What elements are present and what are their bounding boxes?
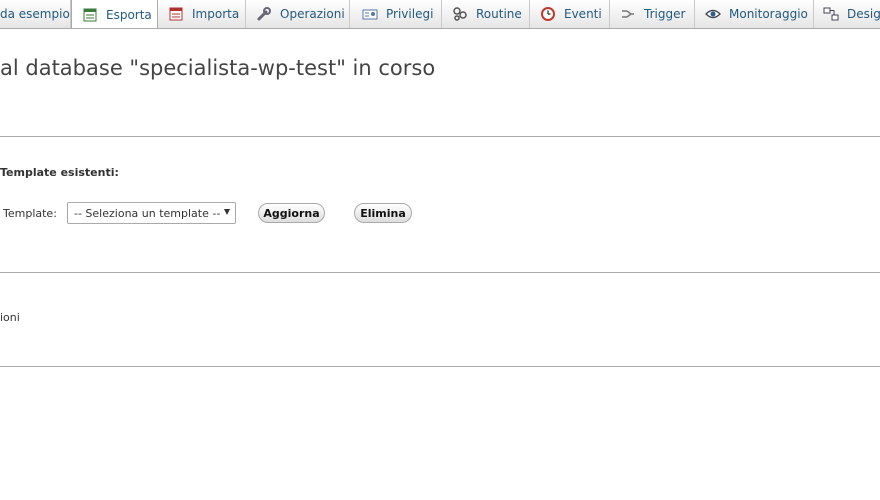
wrench-icon (256, 6, 272, 22)
tab-triggers[interactable]: Trigger (610, 0, 695, 28)
privileges-icon (362, 6, 378, 22)
section-divider (0, 272, 880, 273)
top-tab-bar: da esempio Esporta Importa Operazioni Pr… (0, 0, 880, 29)
trigger-icon (620, 6, 636, 22)
tab-label: Esporta (106, 7, 152, 22)
tab-label: Desig (847, 7, 880, 21)
tab-label: Privilegi (386, 7, 434, 21)
dropdown-arrow-icon (224, 209, 230, 215)
delete-template-button[interactable]: Elimina (354, 203, 412, 223)
tab-monitoring[interactable]: Monitoraggio (695, 0, 814, 28)
tab-routines[interactable]: Routine (442, 0, 530, 28)
section-label-fragment: ioni (0, 311, 20, 324)
section-divider (0, 136, 880, 137)
tab-label: Monitoraggio (729, 7, 808, 21)
designer-icon (823, 6, 839, 22)
tab-export[interactable]: Esporta (71, 0, 158, 28)
tab-label: Trigger (644, 7, 686, 21)
clock-icon (540, 6, 556, 22)
tab-label: Operazioni (280, 7, 345, 21)
export-icon (82, 7, 98, 23)
page-title: al database "specialista-wp-test" in cor… (0, 56, 436, 80)
tab-events[interactable]: Eventi (530, 0, 610, 28)
section-divider (0, 366, 880, 367)
template-select-value: -- Seleziona un template -- (74, 206, 221, 220)
tab-label: Eventi (564, 7, 602, 21)
tab-operations[interactable]: Operazioni (246, 0, 350, 28)
tab-designer[interactable]: Desig (814, 0, 880, 28)
routines-icon (452, 6, 468, 22)
template-select[interactable]: -- Seleziona un template -- (67, 202, 236, 224)
templates-heading: Template esistenti: (0, 166, 119, 179)
update-template-button[interactable]: Aggiorna (258, 203, 325, 223)
tab-query-by-example[interactable]: da esempio (0, 0, 71, 28)
tab-label: Importa (192, 7, 240, 21)
tab-privileges[interactable]: Privilegi (350, 0, 442, 28)
tab-import[interactable]: Importa (158, 0, 246, 28)
tab-label: Routine (476, 7, 522, 21)
import-icon (168, 6, 184, 22)
eye-icon (705, 6, 721, 22)
template-field-label: Template: (3, 207, 57, 220)
tab-label: da esempio (0, 7, 70, 21)
